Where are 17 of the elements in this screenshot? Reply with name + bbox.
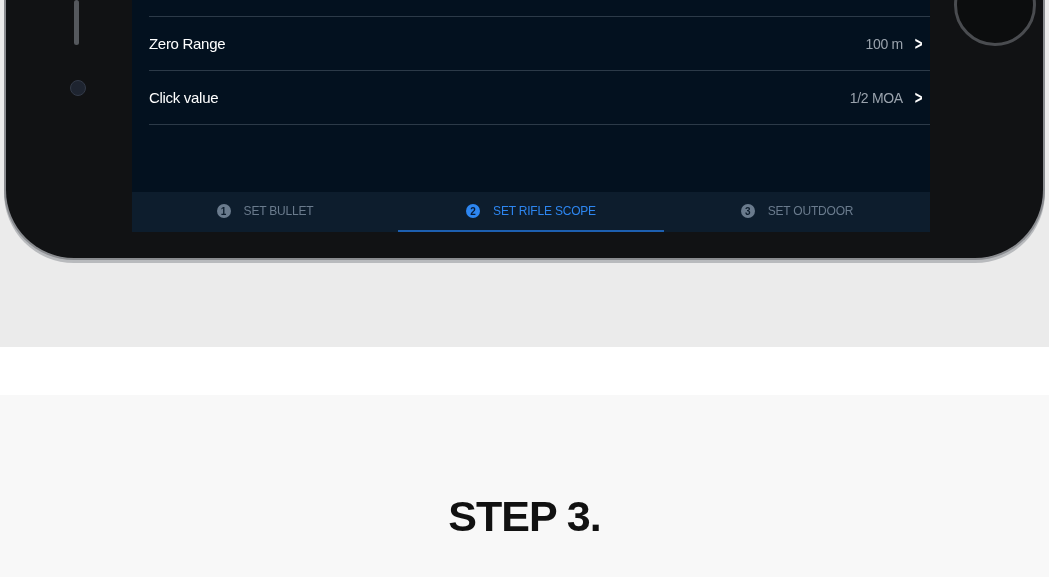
setting-label: Zero Range: [149, 35, 227, 52]
setting-value: 1/2 MOA: [849, 89, 903, 106]
camera-icon: [70, 80, 86, 96]
setting-row[interactable]: Zero Range 100 m >: [149, 16, 930, 70]
step-tab[interactable]: 1 SET BULLET: [132, 192, 398, 232]
step-number-icon: 1: [216, 204, 231, 218]
setting-value: 100 m: [865, 35, 903, 52]
step-tab[interactable]: 3 SET OUTDOOR: [664, 192, 930, 232]
step-number-icon: 2: [466, 204, 481, 218]
step-number-icon: 3: [740, 204, 755, 218]
step-tab[interactable]: 2 SET RIFLE SCOPE: [398, 192, 664, 232]
chevron-icon: >: [914, 86, 923, 109]
step-heading: STEP 3.: [448, 492, 601, 542]
chevron-icon: >: [914, 32, 923, 55]
speaker-icon: [74, 0, 79, 45]
setting-label: Click value: [149, 89, 220, 106]
setting-row[interactable]: Click value 1/2 MOA >: [149, 70, 930, 125]
